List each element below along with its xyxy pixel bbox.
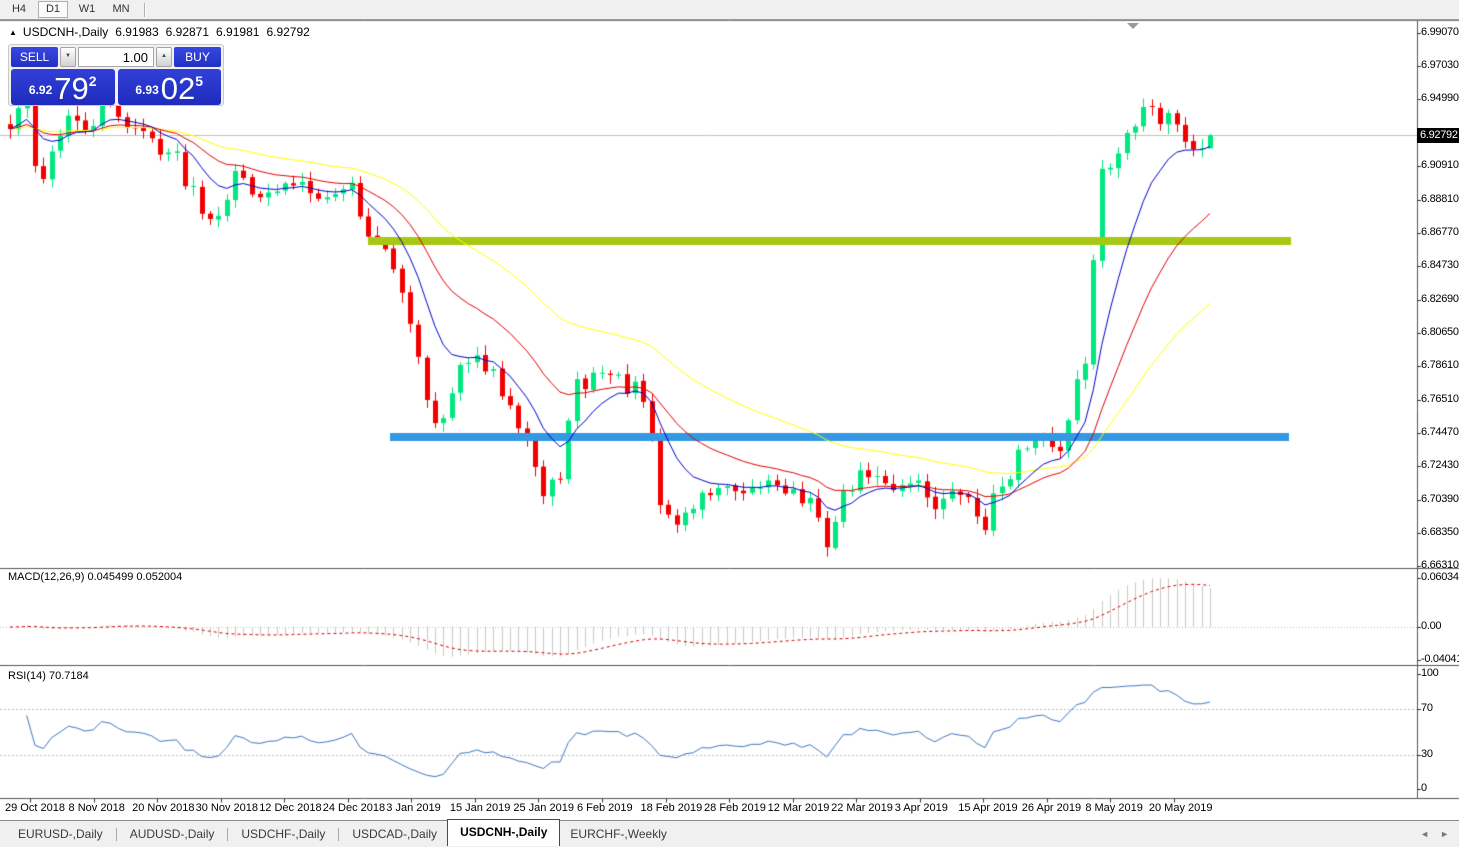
sell-price-box[interactable]: 6.92 79 2 <box>11 69 115 105</box>
tab-separator <box>338 827 340 841</box>
buy-price-big: 02 <box>160 71 196 106</box>
tab-audusddaily[interactable]: AUDUSD-,Daily <box>120 822 225 846</box>
timeframe-toolbar: H4 D1 W1 MN <box>0 0 1459 20</box>
sell-price-small: 6.92 <box>28 83 53 97</box>
volume-increase-button[interactable]: ▲ <box>156 47 172 67</box>
timeframe-button-H4[interactable]: H4 <box>4 1 34 18</box>
sell-price-sup: 2 <box>88 73 97 89</box>
spin-up-icon: ▲ <box>161 53 167 59</box>
toolbar-separator <box>144 2 146 17</box>
buy-price-box[interactable]: 6.93 02 5 <box>117 69 221 106</box>
timeframe-buttons: H4 D1 W1 MN <box>0 1 136 18</box>
sell-button[interactable]: SELL <box>11 47 58 67</box>
volume-decrease-button[interactable]: ▼ <box>60 47 76 67</box>
buy-price-small: 6.93 <box>135 83 159 97</box>
tab-separator <box>115 827 117 841</box>
tab-separator <box>227 827 229 841</box>
tabs-scroll-left-icon[interactable]: ◄ <box>1420 829 1429 839</box>
spin-down-icon: ▼ <box>65 53 71 59</box>
volume-input[interactable] <box>78 47 154 67</box>
sell-price-big: 79 <box>54 71 89 106</box>
buy-price-sup: 5 <box>195 73 204 89</box>
tab-eurchfweekly[interactable]: EURCHF-,Weekly <box>560 822 676 846</box>
chart-tabs: EURUSD-,Daily AUDUSD-,Daily USDCHF-,Daily U… <box>8 819 677 847</box>
timeframe-button-W1[interactable]: W1 <box>72 1 102 18</box>
tab-usdcnhdaily[interactable]: USDCNH-,Daily <box>447 819 561 846</box>
chart-plot-area[interactable] <box>0 0 1459 847</box>
tab-usdchfdaily[interactable]: USDCHF-,Daily <box>231 822 335 846</box>
chart-tab-bar: EURUSD-,Daily AUDUSD-,Daily USDCHF-,Daily U… <box>0 819 1459 847</box>
timeframe-button-MN[interactable]: MN <box>106 1 136 18</box>
one-click-trade-panel: SELL ▼ ▲ BUY 6.92 79 2 6.93 02 5 <box>8 44 224 106</box>
tab-eurusddaily[interactable]: EURUSD-,Daily <box>8 822 113 846</box>
tabs-scroll-right-icon[interactable]: ► <box>1440 829 1449 839</box>
buy-button[interactable]: BUY <box>174 47 221 67</box>
tab-usdcaddaily[interactable]: USDCAD-,Daily <box>342 822 447 846</box>
timeframe-button-D1[interactable]: D1 <box>38 1 68 18</box>
